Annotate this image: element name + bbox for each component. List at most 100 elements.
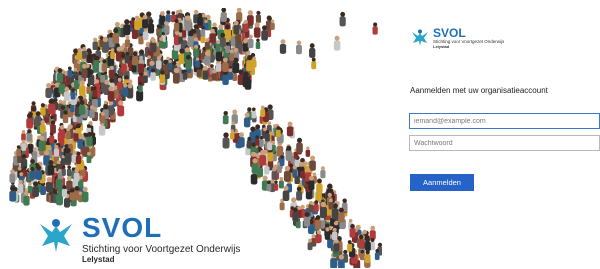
crowd-person	[222, 69, 229, 86]
crowd-person	[285, 145, 293, 161]
hero-subtitle: Stichting voor Voortgezet Onderwijs	[82, 244, 241, 255]
crowd-person	[211, 69, 217, 81]
crowd-person	[86, 131, 93, 147]
crowd-person	[26, 129, 32, 142]
crowd-person	[311, 57, 317, 70]
crowd-person	[314, 215, 322, 230]
login-pane: SVOL Stichting voor Voortgezet Onderwijs…	[402, 0, 600, 269]
svol-small-figure-icon	[412, 29, 428, 46]
crowd-person	[21, 139, 27, 151]
crowd-person	[255, 10, 262, 23]
crowd-person	[246, 136, 252, 149]
crowd-person	[81, 186, 89, 203]
crowd-person	[251, 107, 257, 119]
login-logo: SVOL Stichting voor Voortgezet Onderwijs…	[410, 26, 520, 54]
crowd-person	[107, 86, 115, 102]
crowd-person	[29, 166, 36, 180]
crowd-person	[273, 180, 279, 191]
crowd-person	[35, 165, 43, 180]
crowd-person	[110, 48, 115, 60]
crowd-person	[255, 38, 261, 49]
crowd-person	[9, 169, 16, 183]
crowd-person	[150, 68, 156, 81]
crowd-person	[286, 121, 294, 137]
crowd-person	[142, 14, 148, 29]
crowd-person	[100, 111, 106, 124]
crowd-person	[224, 24, 232, 41]
crowd-person	[260, 105, 266, 117]
sign-in-button[interactable]: Aanmelden	[410, 174, 474, 191]
crowd-person	[142, 27, 149, 41]
crowd-person	[48, 98, 56, 115]
crowd-person	[229, 49, 235, 62]
crowd-person	[197, 12, 203, 26]
crowd-person	[109, 65, 115, 79]
crowd-person	[122, 83, 129, 97]
crowd-person	[87, 50, 93, 64]
crowd-person	[34, 111, 42, 127]
crowd-person	[38, 135, 46, 151]
crowd-person	[332, 227, 338, 241]
crowd-person	[65, 127, 71, 140]
crowd-person	[21, 130, 26, 141]
crowd-person	[292, 165, 298, 178]
crowd-person	[158, 37, 164, 49]
crowd-person	[278, 176, 284, 189]
crowd-person	[178, 33, 183, 44]
crowd-person	[81, 63, 88, 79]
crowd-person	[360, 249, 365, 261]
crowd-person	[259, 149, 267, 166]
crowd-person	[59, 125, 66, 139]
crowd-person	[254, 135, 260, 146]
crowd-person	[253, 22, 261, 38]
crowd-person	[32, 181, 39, 198]
crowd-person	[307, 238, 313, 251]
crowd-person	[236, 8, 243, 22]
password-field[interactable]	[409, 135, 600, 151]
crowd-person	[101, 59, 108, 72]
crowd-person	[296, 40, 302, 55]
crowd-person	[204, 51, 211, 66]
crowd-person	[92, 86, 98, 98]
crowd-person	[62, 110, 69, 124]
hero-brand: SVOL	[82, 212, 163, 243]
crowd-person	[61, 185, 68, 198]
crowd-person	[372, 22, 378, 35]
crowd-person	[202, 65, 209, 80]
crowd-person	[374, 249, 380, 260]
crowd-person	[193, 44, 199, 58]
crowd-person	[76, 47, 83, 61]
crowd-person	[67, 66, 73, 78]
crowd-person	[39, 120, 46, 134]
crowd-person	[124, 35, 131, 48]
crowd-person	[79, 80, 86, 96]
crowd-person	[251, 158, 259, 174]
crowd-person	[57, 168, 63, 180]
crowd-person	[242, 71, 250, 88]
crowd-person	[230, 129, 235, 140]
crowd-person	[16, 145, 21, 157]
crowd-person	[364, 250, 371, 264]
crowd-person	[333, 35, 341, 51]
crowd-person	[328, 198, 334, 210]
crowd-person	[182, 69, 188, 80]
crowd-person	[300, 167, 305, 179]
crowd-person	[137, 59, 145, 74]
crowd-person	[308, 200, 314, 213]
hero-panel: SVOL Stichting voor Voortgezet Onderwijs…	[6, 8, 382, 268]
crowd-person	[184, 15, 192, 31]
email-field[interactable]	[409, 113, 600, 129]
crowd-person	[123, 19, 131, 36]
crowd-person	[78, 100, 86, 115]
crowd-person	[159, 70, 166, 84]
crowd-person	[338, 254, 345, 268]
crowd-person	[73, 129, 79, 141]
crowd-person	[53, 144, 60, 157]
crowd-person	[70, 88, 76, 100]
crowd-person	[185, 54, 192, 70]
crowd-person	[73, 168, 80, 182]
crowd-person	[173, 18, 180, 32]
crowd-person	[271, 166, 278, 180]
crowd-person	[220, 8, 227, 22]
crowd-person	[243, 19, 249, 32]
